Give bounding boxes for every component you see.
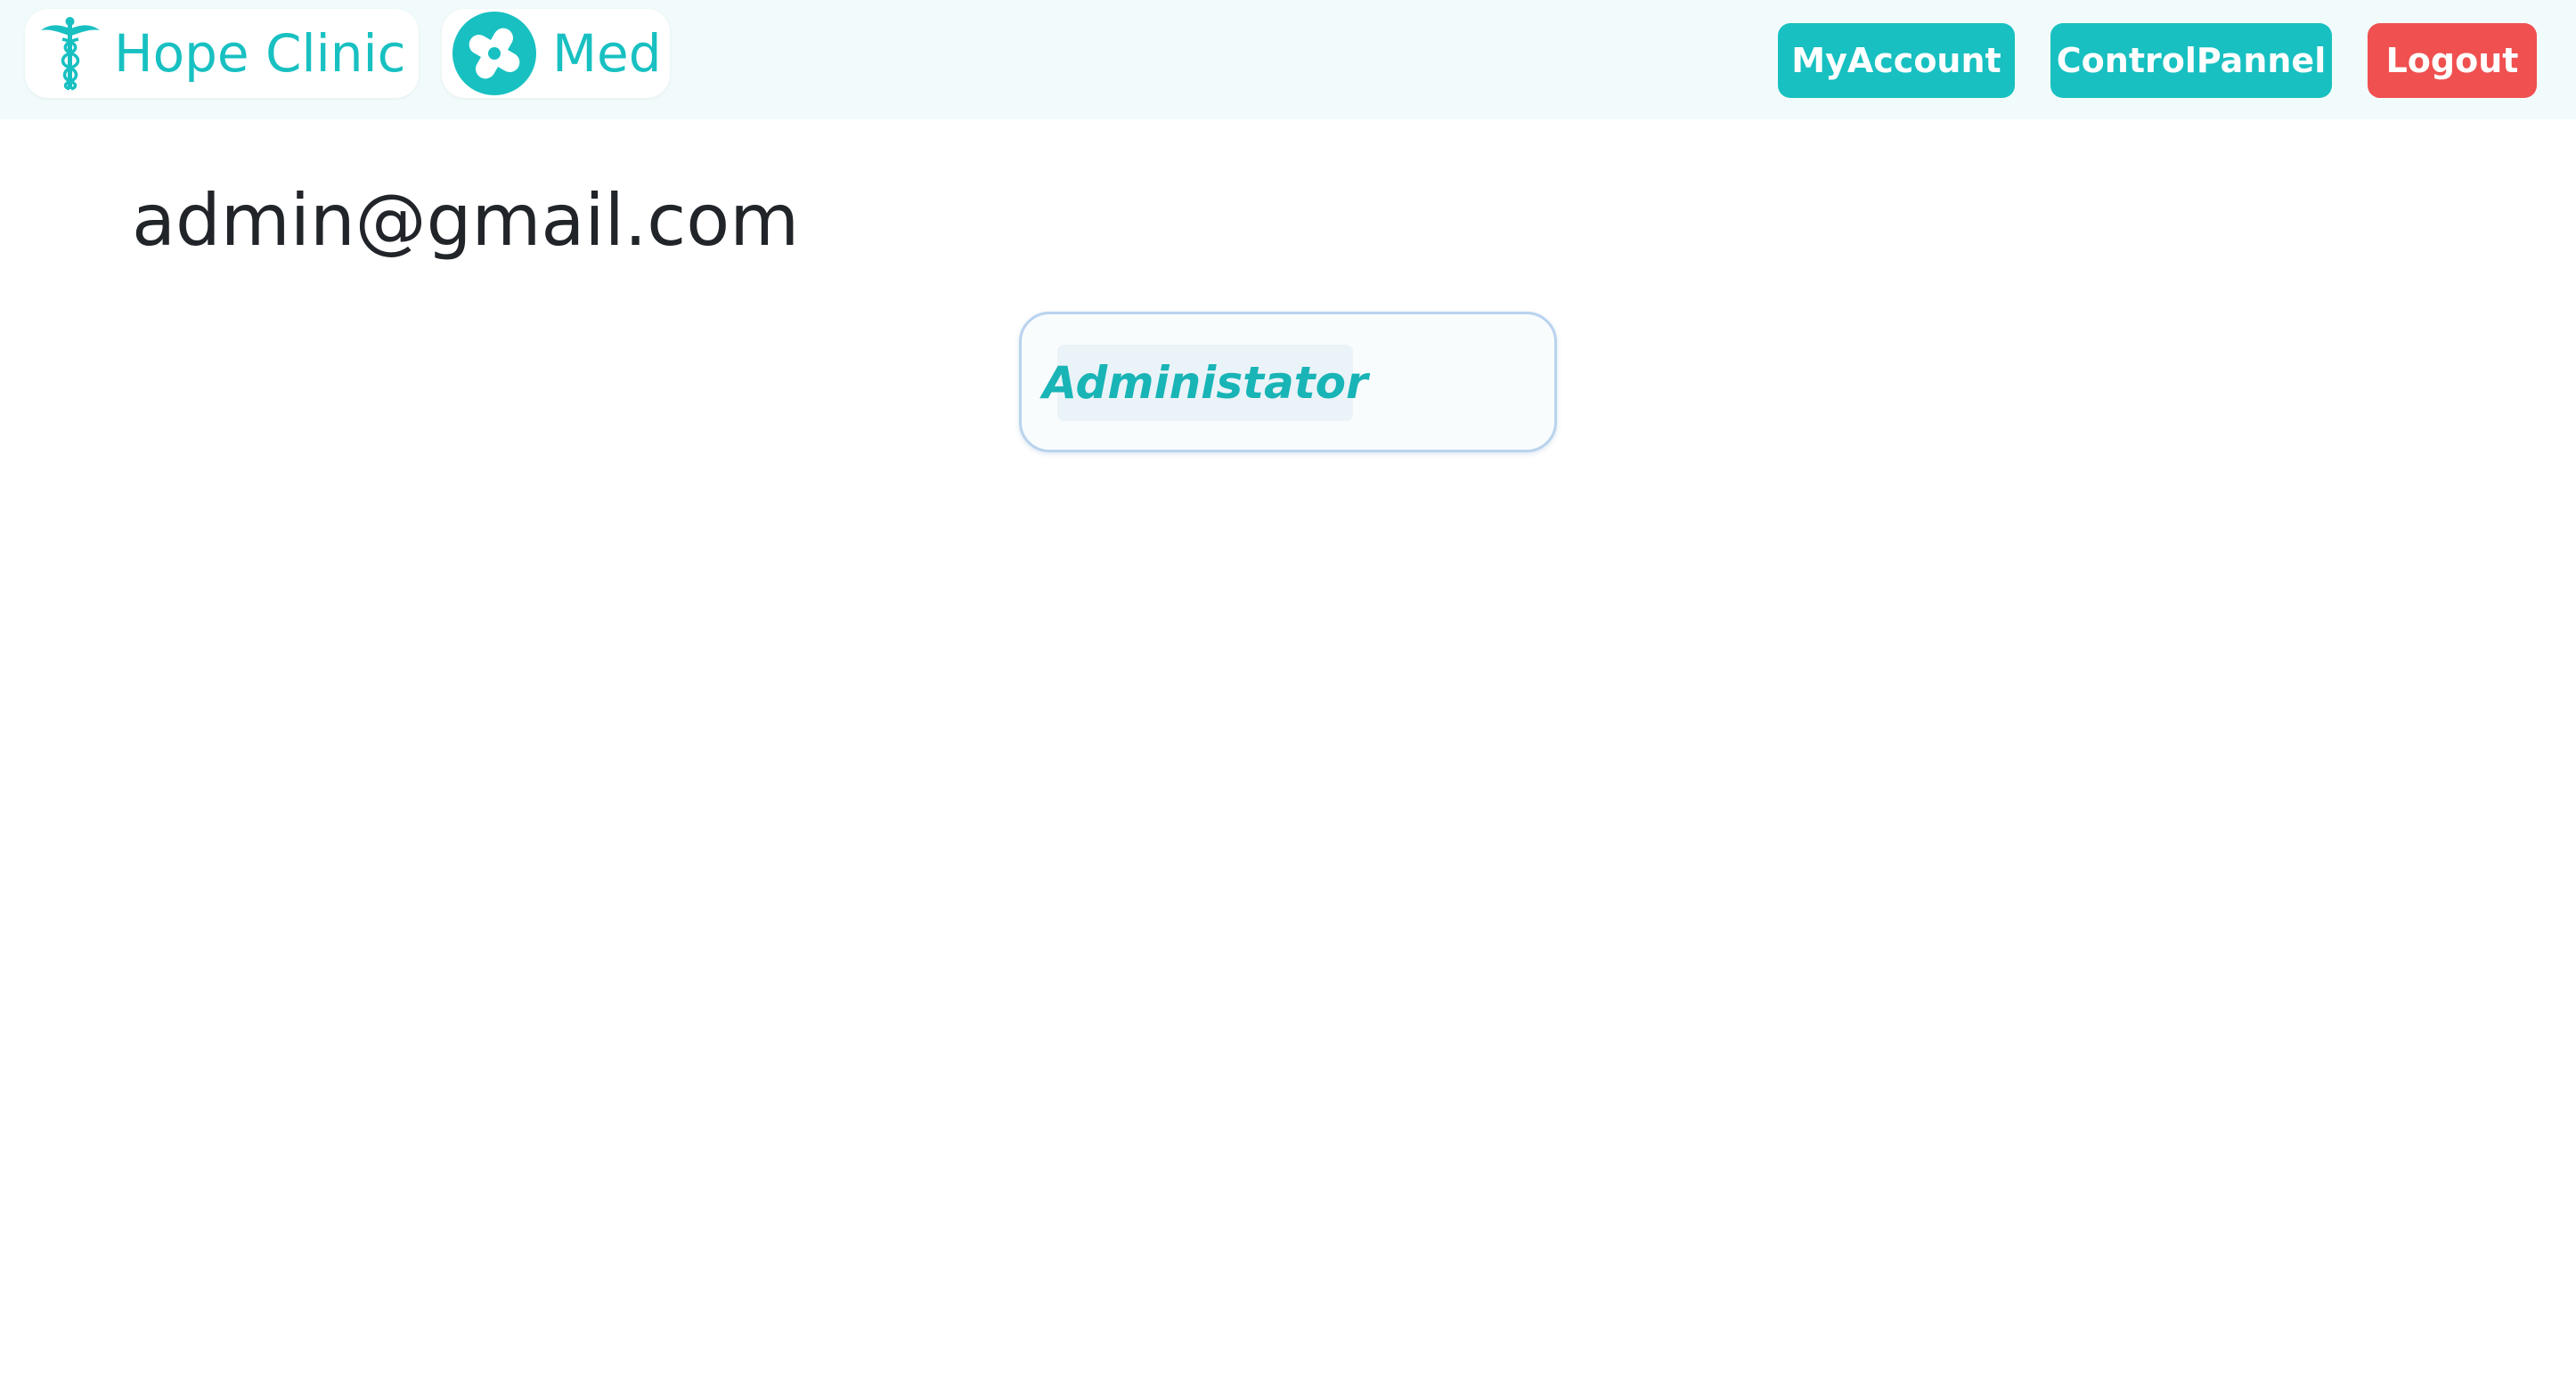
role-card: Administator xyxy=(1019,312,1557,452)
control-panel-button[interactable]: ControlPannel xyxy=(2050,23,2332,98)
user-email: admin@gmail.com xyxy=(132,179,800,262)
medical-cross-icon xyxy=(452,12,536,95)
brand-secondary-name: Med xyxy=(552,23,662,84)
role-badge: Administator xyxy=(1042,345,1368,421)
navbar: Hope Clinic Med MyAccount ControlPannel … xyxy=(0,0,2576,119)
brand-name: Hope Clinic xyxy=(114,23,406,84)
brand-med[interactable]: Med xyxy=(442,9,670,98)
brand-hope-clinic[interactable]: Hope Clinic xyxy=(25,9,419,98)
my-account-button[interactable]: MyAccount xyxy=(1778,23,2015,98)
caduceus-icon xyxy=(39,16,102,91)
logout-button[interactable]: Logout xyxy=(2368,23,2537,98)
